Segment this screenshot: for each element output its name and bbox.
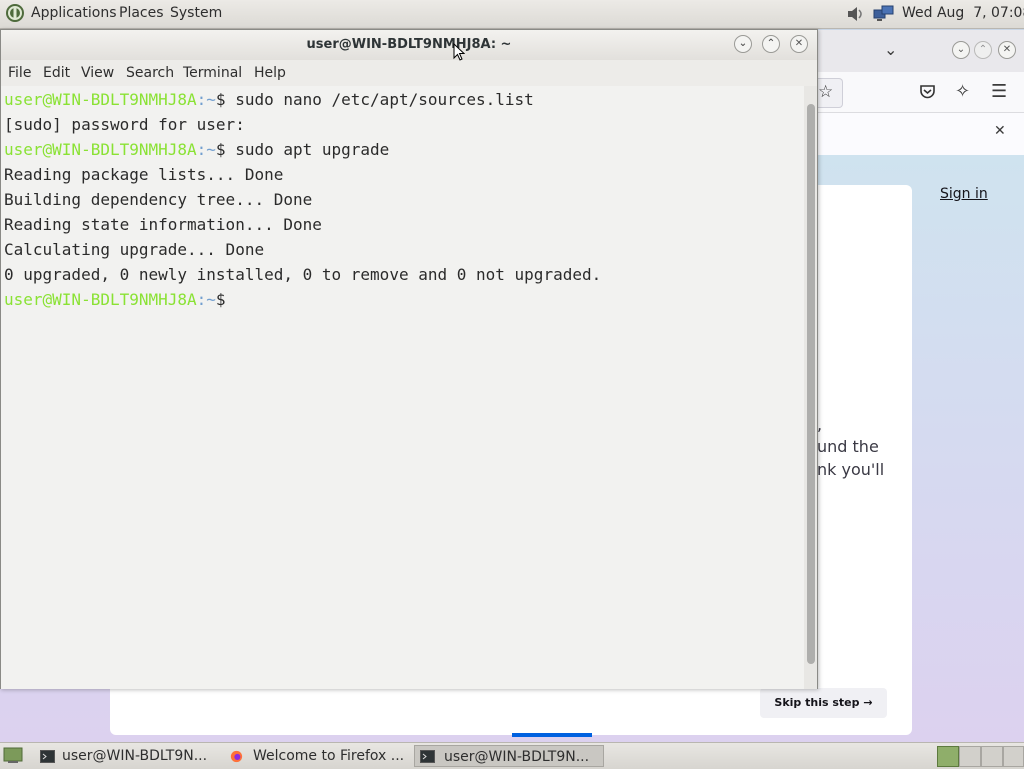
clock[interactable]: Wed Aug 7, 07:08 — [902, 5, 1024, 21]
terminal-line: 0 upgraded, 0 newly installed, 0 to remo… — [4, 265, 602, 284]
command-text: $ sudo apt upgrade — [215, 140, 390, 159]
distro-logo-icon[interactable] — [5, 3, 25, 23]
prompt-user: user@WIN-BDLT9NMHJ8A — [4, 140, 197, 159]
firefox-icon — [230, 750, 243, 763]
menu-file[interactable]: File — [8, 65, 31, 81]
welcome-text-fragment: und the — [817, 437, 879, 456]
prompt-user: user@WIN-BDLT9NMHJ8A — [4, 90, 197, 109]
terminal-line: Reading state information... Done — [4, 215, 322, 234]
terminal-icon — [420, 750, 435, 763]
terminal-line: user@WIN-BDLT9NMHJ8A:~$ sudo apt upgrade — [4, 137, 389, 162]
scrollbar-thumb[interactable] — [807, 104, 815, 664]
prompt-path: :~ — [196, 290, 216, 309]
maximize-icon[interactable]: ⌃ — [762, 35, 780, 53]
skip-step-button[interactable]: Skip this step → — [760, 688, 887, 718]
terminal-icon — [40, 750, 55, 763]
taskbar-item-label: user@WIN-BDLT9N... — [444, 749, 590, 765]
volume-icon[interactable] — [846, 5, 866, 23]
taskbar-item-label: Welcome to Firefox ... — [253, 748, 405, 764]
terminal-line: Reading package lists... Done — [4, 165, 284, 184]
window-title: user@WIN-BDLT9NMHJ8A: ~ — [306, 37, 512, 52]
workspace-3-button[interactable] — [981, 746, 1003, 767]
chevron-down-icon[interactable]: ⌄ — [884, 40, 897, 59]
terminal-line: Calculating upgrade... Done — [4, 240, 265, 259]
step-progress-indicator — [512, 733, 592, 737]
terminal-output[interactable]: user@WIN-BDLT9NMHJ8A:~$ sudo nano /etc/a… — [1, 86, 804, 689]
taskbar-item-terminal-active[interactable]: user@WIN-BDLT9N... — [414, 745, 604, 767]
command-text: $ — [215, 290, 236, 309]
terminal-line: user@WIN-BDLT9NMHJ8A:~$ sudo nano /etc/a… — [4, 87, 534, 112]
bottom-taskbar: user@WIN-BDLT9N... Welcome to Firefox ..… — [0, 742, 1024, 769]
taskbar-item-firefox[interactable]: Welcome to Firefox ... — [226, 745, 410, 767]
prompt-path: :~ — [196, 140, 216, 159]
menu-search[interactable]: Search — [126, 65, 174, 81]
system-menu[interactable]: System — [170, 5, 222, 21]
close-icon[interactable]: ✕ — [790, 35, 808, 53]
maximize-icon[interactable]: ⌃ — [974, 41, 992, 59]
menu-edit[interactable]: Edit — [43, 65, 70, 81]
minimize-icon[interactable]: ⌄ — [734, 35, 752, 53]
workspace-4-button[interactable] — [1003, 746, 1024, 767]
places-menu[interactable]: Places — [119, 5, 164, 21]
workspace-1-button[interactable] — [937, 746, 959, 767]
terminal-line: user@WIN-BDLT9NMHJ8A:~$ — [4, 287, 235, 312]
terminal-window[interactable]: user@WIN-BDLT9NMHJ8A: ~ ⌄ ⌃ ✕ File Edit … — [0, 29, 818, 689]
show-desktop-icon[interactable] — [3, 747, 23, 764]
close-icon[interactable]: ✕ — [998, 41, 1016, 59]
mouse-pointer-icon — [453, 43, 465, 61]
prompt-user: user@WIN-BDLT9NMHJ8A — [4, 290, 197, 309]
terminal-titlebar[interactable]: user@WIN-BDLT9NMHJ8A: ~ ⌄ ⌃ ✕ — [1, 30, 817, 60]
menu-help[interactable]: Help — [254, 65, 286, 81]
top-panel: Applications Places System Wed Aug 7, 07… — [0, 0, 1024, 29]
pocket-icon[interactable] — [919, 84, 936, 100]
extensions-icon[interactable]: ✧ — [955, 81, 970, 102]
close-icon[interactable]: ✕ — [994, 123, 1006, 139]
bookmark-star-icon[interactable]: ☆ — [818, 82, 833, 102]
menu-view[interactable]: View — [81, 65, 114, 81]
terminal-line: [sudo] password for user: — [4, 115, 245, 134]
menu-terminal[interactable]: Terminal — [183, 65, 242, 81]
sign-in-link[interactable]: Sign in — [940, 186, 988, 202]
workspace-2-button[interactable] — [959, 746, 981, 767]
taskbar-item-terminal[interactable]: user@WIN-BDLT9N... — [36, 745, 216, 767]
terminal-line: Building dependency tree... Done — [4, 190, 313, 209]
network-icon[interactable] — [873, 4, 895, 24]
taskbar-item-label: user@WIN-BDLT9N... — [62, 748, 208, 764]
prompt-path: :~ — [196, 90, 216, 109]
minimize-icon[interactable]: ⌄ — [952, 41, 970, 59]
terminal-menubar: File Edit View Search Terminal Help — [1, 60, 817, 86]
command-text: $ sudo nano /etc/apt/sources.list — [215, 90, 534, 109]
hamburger-menu-icon[interactable]: ☰ — [991, 81, 1007, 102]
terminal-scrollbar[interactable] — [804, 86, 817, 689]
applications-menu[interactable]: Applications — [31, 5, 117, 21]
welcome-text-fragment: nk you'll — [817, 460, 885, 479]
